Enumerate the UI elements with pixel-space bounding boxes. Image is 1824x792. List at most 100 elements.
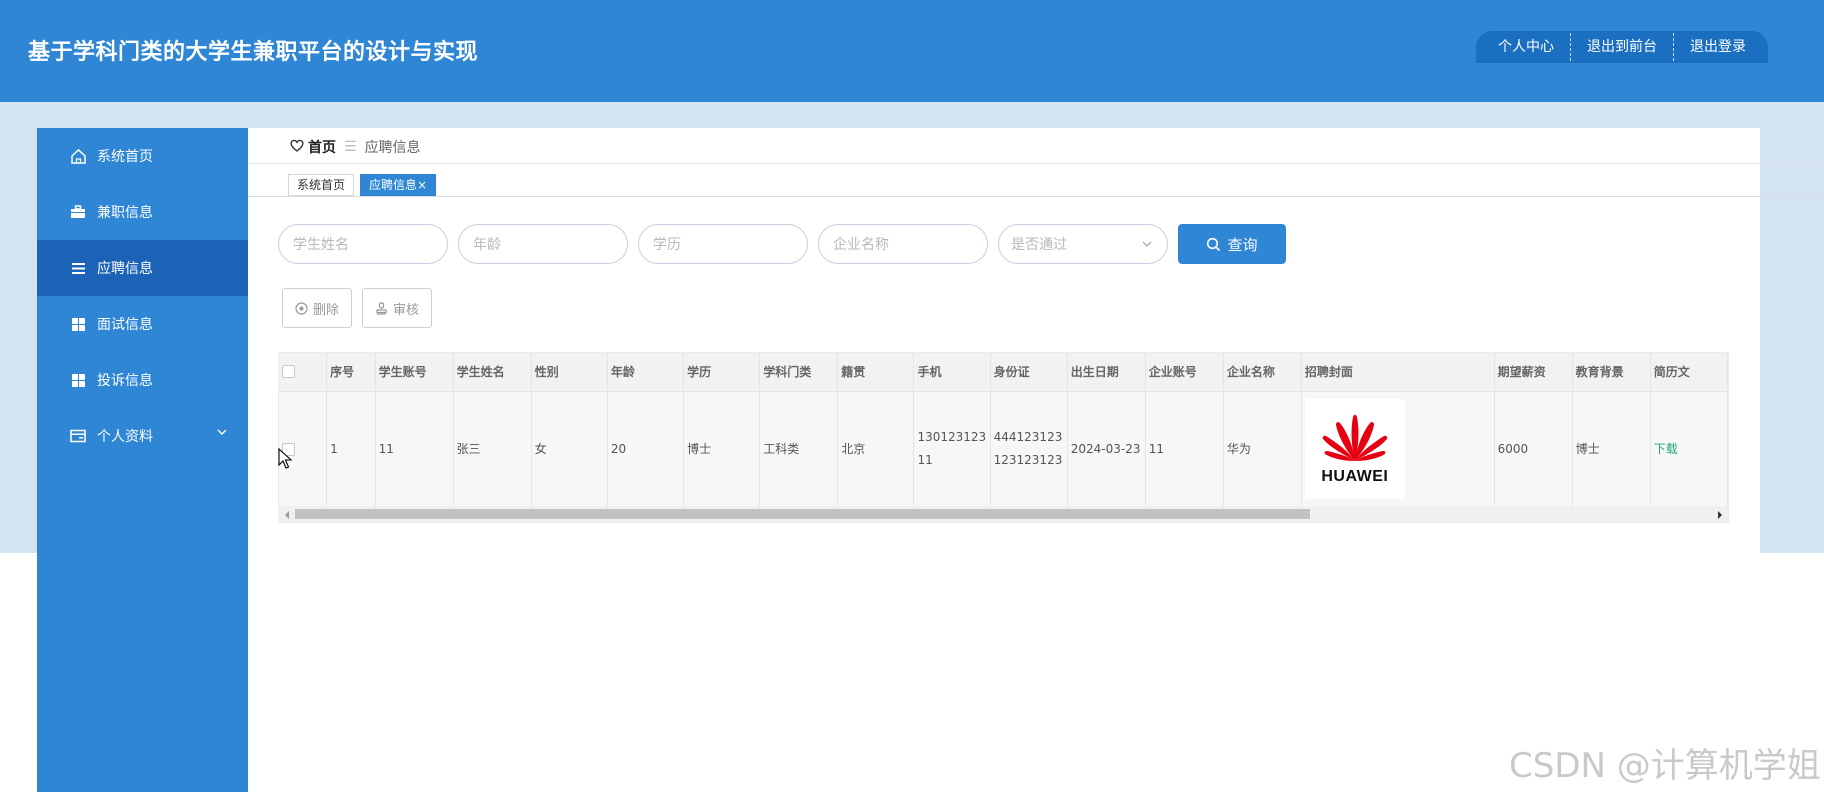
- tab-bar: 系统首页 应聘信息×: [288, 174, 437, 196]
- column-header[interactable]: 性别: [531, 353, 608, 392]
- select-all-cell: [279, 353, 328, 392]
- scroll-right-icon[interactable]: [1716, 509, 1724, 522]
- scroll-left-icon[interactable]: [283, 509, 291, 522]
- cell-education: 博士: [683, 391, 761, 507]
- sidebar-item-label: 投诉信息: [97, 373, 153, 389]
- column-header[interactable]: 企业名称: [1223, 353, 1302, 392]
- cell-company-name: 华为: [1223, 391, 1302, 507]
- cell-student-name: 张三: [453, 391, 532, 507]
- column-header[interactable]: 招聘封面: [1301, 353, 1495, 392]
- phone-value: 13012312311: [917, 430, 987, 468]
- huawei-logo[interactable]: HUAWEI: [1304, 399, 1405, 500]
- logout-link[interactable]: 退出登录: [1674, 31, 1762, 63]
- column-header[interactable]: 身份证: [990, 353, 1068, 392]
- cell-id-card: 444123123123123123: [990, 391, 1068, 507]
- breadcrumb-home[interactable]: 首页: [308, 137, 336, 157]
- table-header-row: 序号 学生账号 学生姓名 性别 年龄 学历 学科门类 籍贯 手机 身份证 出生日…: [279, 353, 1728, 392]
- column-header[interactable]: 年龄: [607, 353, 685, 392]
- column-header[interactable]: 手机: [913, 353, 991, 392]
- query-button[interactable]: 查询: [1178, 224, 1286, 264]
- company-name-input[interactable]: [818, 224, 988, 264]
- resume-download-link[interactable]: 下载: [1654, 442, 1678, 456]
- app-title: 基于学科门类的大学生兼职平台的设计与实现: [28, 40, 479, 65]
- sidebar-item-interviews[interactable]: 面试信息: [37, 296, 248, 352]
- passed-select[interactable]: 是否通过: [998, 224, 1168, 264]
- close-icon[interactable]: ×: [417, 178, 427, 192]
- column-header[interactable]: 简历文: [1650, 353, 1728, 392]
- sidebar-item-label: 应聘信息: [97, 261, 153, 277]
- delete-label: 删除: [313, 302, 340, 318]
- sidebar: 系统首页 兼职信息 应聘信息 面试信息 投诉信息 个人资料: [37, 128, 248, 792]
- horizontal-scrollbar[interactable]: [279, 506, 1728, 522]
- scrollbar-thumb[interactable]: [295, 509, 1310, 519]
- main-panel: 首页 ☰ 应聘信息 系统首页 应聘信息× 是否通过 查询: [248, 128, 1824, 553]
- id-card-value: 444123123123123123: [993, 430, 1063, 468]
- sidebar-item-applications[interactable]: 应聘信息: [37, 240, 248, 296]
- table-row[interactable]: 1 11 张三 女 20 博士 工科类 北京 13012312311 44412…: [279, 391, 1728, 507]
- sidebar-item-label: 系统首页: [97, 149, 153, 165]
- breadcrumb-separator: ☰: [344, 139, 357, 155]
- age-input[interactable]: [458, 224, 628, 264]
- breadcrumb: 首页 ☰ 应聘信息: [290, 137, 421, 157]
- delete-icon: [295, 301, 308, 315]
- breadcrumb-current: 应聘信息: [364, 140, 421, 156]
- grid-icon: [69, 371, 87, 389]
- sidebar-item-label: 面试信息: [97, 317, 153, 333]
- review-button[interactable]: 审核: [362, 288, 433, 328]
- select-all-checkbox[interactable]: [282, 365, 295, 379]
- action-bar: 删除 审核: [282, 288, 433, 328]
- column-header[interactable]: 学历: [683, 353, 761, 392]
- column-header[interactable]: 学科门类: [759, 353, 839, 392]
- column-header[interactable]: 教育背景: [1572, 353, 1651, 392]
- top-nav: 个人中心 退出到前台 退出登录: [1476, 31, 1768, 63]
- cell-birth-date: 2024-03-23: [1067, 391, 1146, 507]
- column-header[interactable]: 出生日期: [1067, 353, 1146, 392]
- personal-center-link[interactable]: 个人中心: [1482, 31, 1570, 63]
- sidebar-item-parttime[interactable]: 兼职信息: [37, 184, 248, 240]
- column-header[interactable]: 学生账号: [375, 353, 454, 392]
- sidebar-item-label: 个人资料: [97, 429, 153, 445]
- tab-label: 应聘信息: [369, 178, 418, 192]
- cell-company-account: 11: [1145, 391, 1224, 507]
- cell-salary: 6000: [1494, 391, 1573, 507]
- huawei-logo-text: HUAWEI: [1321, 467, 1389, 485]
- huawei-flower-icon: [1322, 414, 1388, 461]
- sidebar-item-complaints[interactable]: 投诉信息: [37, 352, 248, 408]
- tab-applications[interactable]: 应聘信息×: [360, 174, 437, 196]
- column-header[interactable]: 序号: [326, 353, 376, 392]
- stamp-icon: [375, 301, 388, 315]
- column-header[interactable]: 籍贯: [837, 353, 915, 392]
- delete-button[interactable]: 删除: [282, 288, 353, 328]
- tab-home[interactable]: 系统首页: [288, 174, 355, 196]
- column-header[interactable]: 期望薪资: [1494, 353, 1573, 392]
- search-icon: [1206, 237, 1221, 252]
- grid-icon: [69, 315, 87, 333]
- review-label: 审核: [393, 302, 420, 318]
- student-name-input[interactable]: [278, 224, 448, 264]
- data-table: 序号 学生账号 学生姓名 性别 年龄 学历 学科门类 籍贯 手机 身份证 出生日…: [278, 352, 1729, 523]
- column-header[interactable]: 学生姓名: [453, 353, 532, 392]
- sidebar-item-profile[interactable]: 个人资料: [37, 408, 248, 464]
- cell-cover: HUAWEI: [1301, 391, 1495, 507]
- cell-age: 20: [607, 391, 685, 507]
- cell-index: 1: [326, 391, 376, 507]
- top-header: 基于学科门类的大学生兼职平台的设计与实现 个人中心 退出到前台 退出登录: [0, 0, 1824, 102]
- divider: [248, 163, 1824, 164]
- heart-icon: [290, 139, 304, 156]
- education-input[interactable]: [638, 224, 808, 264]
- column-header[interactable]: 企业账号: [1145, 353, 1224, 392]
- exit-to-frontend-link[interactable]: 退出到前台: [1571, 31, 1673, 63]
- applications-table: 序号 学生账号 学生姓名 性别 年龄 学历 学科门类 籍贯 手机 身份证 出生日…: [279, 353, 1728, 507]
- cell-edu-background: 博士: [1572, 391, 1651, 507]
- cell-hometown: 北京: [837, 391, 915, 507]
- cell-student-account: 11: [375, 391, 454, 507]
- sidebar-item-home[interactable]: 系统首页: [37, 128, 248, 184]
- card-icon: [69, 427, 87, 445]
- list-icon: [69, 259, 87, 277]
- sidebar-item-label: 兼职信息: [97, 205, 153, 221]
- chevron-down-icon: [1141, 238, 1153, 254]
- mouse-cursor-icon: [278, 447, 293, 474]
- cell-gender: 女: [531, 391, 608, 507]
- cell-resume: 下载: [1650, 391, 1728, 507]
- watermark: CSDN @计算机学姐: [1509, 746, 1821, 786]
